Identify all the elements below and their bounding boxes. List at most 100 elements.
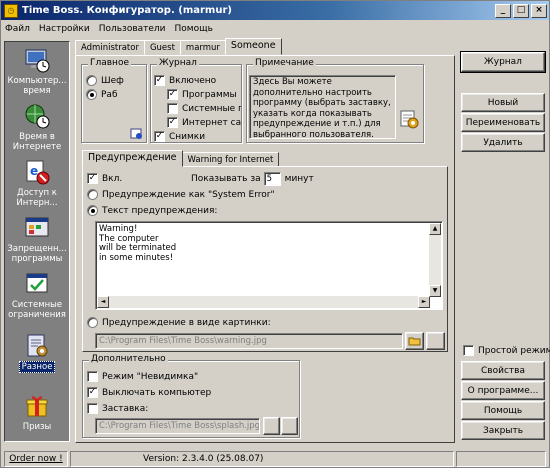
journal-internet-checkbox[interactable]: ✓ xyxy=(167,117,178,128)
delete-user-button[interactable]: Удалить xyxy=(461,133,545,152)
sidebar-item-internet-access[interactable]: e Доступ к Интерн... xyxy=(5,158,69,208)
sidebar-item-label: Системные ограничения xyxy=(8,300,66,320)
radio-system-error-indicator[interactable] xyxy=(87,189,98,200)
menu-bar: Файл Настройки Пользователи Помощь xyxy=(1,20,549,37)
warning-tabs: Предупреждение Warning for Internet xyxy=(82,150,280,167)
journal-enabled-checkbox[interactable]: ✓ xyxy=(154,75,165,86)
radio-warning-picture-indicator[interactable] xyxy=(87,317,98,328)
sidebar-item-label: Доступ к Интерн... xyxy=(16,188,58,208)
about-button[interactable]: О программе... xyxy=(461,381,545,400)
warning-enabled-label: Вкл. xyxy=(102,173,123,184)
close-window-button[interactable]: × xyxy=(531,3,547,18)
journal-button[interactable]: Журнал xyxy=(460,51,546,73)
minutes-input[interactable]: 5 xyxy=(263,172,281,186)
journal-system[interactable]: Системные прс xyxy=(167,103,241,114)
clear-splash-button[interactable] xyxy=(281,417,298,435)
simple-mode-checkbox[interactable] xyxy=(463,345,474,356)
radio-slave-indicator[interactable] xyxy=(86,89,97,100)
browse-picture-button[interactable] xyxy=(405,332,424,350)
note-settings-icon xyxy=(399,109,419,129)
journal-system-label: Системные прс xyxy=(182,103,241,114)
main-group: Главное Шеф Раб xyxy=(81,58,147,143)
radio-chief[interactable]: Шеф xyxy=(86,75,124,86)
tab-warning[interactable]: Предупреждение xyxy=(82,150,183,167)
radio-warning-text[interactable]: Текст предупреждения: xyxy=(87,205,217,216)
splash-screen-checkbox[interactable] xyxy=(87,403,98,414)
warning-enabled[interactable]: ✓ Вкл. xyxy=(87,173,122,184)
menu-users[interactable]: Пользователи xyxy=(99,24,166,34)
order-now-link[interactable]: Order now ! xyxy=(4,451,68,467)
internet-access-icon: e xyxy=(23,158,51,186)
scroll-right-icon[interactable]: ► xyxy=(418,296,430,308)
shutdown-computer-checkbox[interactable]: ✓ xyxy=(87,387,98,398)
extra-group: Дополнительно Режим "Невидимка" ✓ Выключ… xyxy=(82,354,300,438)
browse-splash-button[interactable] xyxy=(263,417,280,435)
show-for-label: Показывать за xyxy=(191,174,261,184)
sidebar-item-forbidden-programs[interactable]: Запрещенн... программы xyxy=(5,214,69,264)
warning-text-hscrollbar[interactable]: ◄ ► xyxy=(97,296,430,308)
shutdown-computer[interactable]: ✓ Выключать компьютер xyxy=(87,387,211,398)
sidebar-item-internet-time[interactable]: Время в Интернете xyxy=(5,102,69,152)
radio-warning-picture[interactable]: Предупреждение в виде картинки: xyxy=(87,317,271,328)
journal-group: Журнал ✓ Включено ✓ Программы Системные … xyxy=(150,58,242,143)
splash-path[interactable]: C:\Program Files\Time Boss\splash.jpg xyxy=(95,418,260,434)
journal-screenshots-checkbox[interactable]: ✓ xyxy=(154,131,165,142)
journal-programs-label: Программы xyxy=(182,89,237,100)
warning-text-area[interactable]: Warning! The computer will be terminated… xyxy=(95,221,443,310)
simple-mode[interactable]: Простой режим xyxy=(463,345,550,356)
tab-someone[interactable]: Someone xyxy=(224,38,282,55)
radio-chief-indicator[interactable] xyxy=(86,75,97,86)
title-bar: ◷ Time Boss. Конфигуратор. (marmur) _ □ … xyxy=(1,1,549,20)
journal-programs-checkbox[interactable]: ✓ xyxy=(167,89,178,100)
rename-user-button[interactable]: Переименовать xyxy=(461,113,545,132)
invisible-mode-label: Режим "Невидимка" xyxy=(102,371,199,382)
clear-picture-button[interactable] xyxy=(426,332,445,350)
menu-file[interactable]: Файл xyxy=(5,24,30,34)
journal-system-checkbox[interactable] xyxy=(167,103,178,114)
warning-picture-path[interactable]: C:\Program Files\Time Boss\warning.jpg xyxy=(95,333,403,349)
tab-marmur[interactable]: marmur xyxy=(179,40,226,55)
journal-programs[interactable]: ✓ Программы xyxy=(167,89,237,100)
extra-group-title: Дополнительно xyxy=(89,354,168,364)
invisible-mode-checkbox[interactable] xyxy=(87,371,98,382)
warning-text-vscrollbar[interactable]: ▲ ▼ xyxy=(429,223,441,297)
radio-slave[interactable]: Раб xyxy=(86,89,118,100)
help-button[interactable]: Помощь xyxy=(461,401,545,420)
show-for-row: Показывать за 5 минут xyxy=(191,172,314,186)
radio-system-error[interactable]: Предупреждение как "System Error" xyxy=(87,189,275,200)
tab-administrator[interactable]: Administrator xyxy=(75,40,145,55)
splash-screen[interactable]: Заставка: xyxy=(87,403,148,414)
sidebar-item-computer-time[interactable]: Компьютер... время xyxy=(5,46,69,96)
menu-settings[interactable]: Настройки xyxy=(39,24,90,34)
journal-internet[interactable]: ✓ Интернет сайт xyxy=(167,117,241,128)
maximize-button[interactable]: □ xyxy=(513,3,529,18)
version-text: Version: 2.3.4.0 (25.08.07) xyxy=(70,451,454,467)
shutdown-computer-label: Выключать компьютер xyxy=(102,387,212,398)
journal-screenshots[interactable]: ✓ Снимки xyxy=(154,131,205,142)
tab-guest[interactable]: Guest xyxy=(143,40,181,55)
warning-enabled-checkbox[interactable]: ✓ xyxy=(87,173,98,184)
sidebar-item-system-restrictions[interactable]: Системные ограничения xyxy=(5,270,69,320)
journal-enabled-label: Включено xyxy=(169,75,217,86)
status-empty-cell xyxy=(456,451,546,467)
menu-help[interactable]: Помощь xyxy=(175,24,213,34)
scroll-left-icon[interactable]: ◄ xyxy=(97,296,109,308)
radio-warning-text-indicator[interactable] xyxy=(87,205,98,216)
minimize-button[interactable]: _ xyxy=(495,3,511,18)
warning-text-line: in some minutes! xyxy=(99,252,174,263)
note-group: Примечание Здесь Вы можете дополнительно… xyxy=(246,58,424,143)
status-bar: Order now ! Version: 2.3.4.0 (25.08.07) xyxy=(1,450,549,468)
user-tabs: Administrator Guest marmur Someone xyxy=(75,38,282,55)
new-user-button[interactable]: Новый xyxy=(461,93,545,112)
sidebar-item-prizes[interactable]: Призы xyxy=(5,392,69,432)
scroll-up-icon[interactable]: ▲ xyxy=(429,223,441,235)
close-button[interactable]: Закрыть xyxy=(461,421,545,440)
sidebar-item-label: Призы xyxy=(22,422,52,432)
scroll-down-icon[interactable]: ▼ xyxy=(429,285,441,297)
tab-warning-internet[interactable]: Warning for Internet xyxy=(181,152,280,167)
main-window: ◷ Time Boss. Конфигуратор. (marmur) _ □ … xyxy=(0,0,550,468)
properties-button[interactable]: Свойства xyxy=(461,361,545,380)
invisible-mode[interactable]: Режим "Невидимка" xyxy=(87,371,198,382)
sidebar-item-misc[interactable]: Разное xyxy=(5,332,69,373)
journal-enabled[interactable]: ✓ Включено xyxy=(154,75,216,86)
